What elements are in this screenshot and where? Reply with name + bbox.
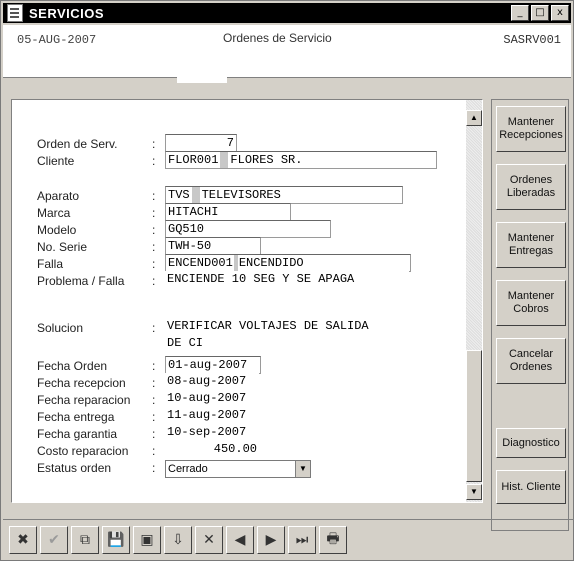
colon: : — [152, 321, 156, 335]
form-scrollbar[interactable]: ▲ ▼ — [466, 100, 482, 502]
mantener-cobros-button[interactable]: Mantener Cobros — [496, 280, 566, 326]
mantener-recepciones-button[interactable]: Mantener Recepciones — [496, 106, 566, 152]
label-serie: No. Serie — [37, 240, 88, 254]
bottom-toolbar: ✖ ✔ ⧉ 💾 ▣ ⇩ ✕ ◀ ▶ ⏭ 🖶 — [3, 519, 574, 560]
diagnostico-button[interactable]: Diagnostico — [496, 428, 566, 458]
accept-icon[interactable]: ✔ — [40, 526, 68, 554]
clear-icon[interactable]: ▣ — [133, 526, 161, 554]
label-fecha-recepcion: Fecha recepcion — [37, 376, 126, 390]
field-separator — [191, 187, 200, 203]
costo-field[interactable]: 450.00 — [165, 441, 259, 457]
servicios-window: SERVICIOS _ □ x 05-AUG-2007 Ordenes de S… — [0, 0, 574, 561]
label-costo: Costo reparacion — [37, 444, 129, 458]
fecha-orden-field[interactable]: 01-aug-2007 — [165, 356, 261, 374]
label-problema: Problema / Falla — [37, 274, 125, 288]
cliente-code: FLOR001 — [168, 153, 219, 167]
scroll-down-icon[interactable]: ▼ — [466, 484, 482, 500]
copy-icon[interactable]: ⧉ — [71, 526, 99, 554]
colon: : — [152, 444, 156, 458]
label-solucion: Solucion — [37, 321, 84, 335]
label-fecha-entrega: Fecha entrega — [37, 410, 115, 424]
title-bar: SERVICIOS _ □ x — [3, 3, 571, 23]
aparato-code: TVS — [168, 188, 190, 202]
maximize-button[interactable]: □ — [531, 5, 549, 21]
insert-record-icon[interactable]: ⇩ — [164, 526, 192, 554]
save-icon[interactable]: 💾 — [102, 526, 130, 554]
colon: : — [152, 240, 156, 254]
actions-sidebar: Mantener Recepciones Ordenes Liberadas M… — [491, 99, 569, 531]
colon: : — [152, 206, 156, 220]
delete-record-icon[interactable]: ✕ — [195, 526, 223, 554]
header-code: SASRV001 — [503, 33, 561, 47]
colon: : — [152, 376, 156, 390]
label-aparato: Aparato — [37, 189, 80, 203]
colon: : — [152, 189, 156, 203]
colon: : — [152, 154, 156, 168]
close-button[interactable]: x — [551, 5, 569, 21]
chevron-down-icon[interactable]: ▼ — [295, 461, 310, 477]
fecha-garantia-field[interactable]: 10-sep-2007 — [165, 424, 259, 440]
falla-name: ENCENDIDO — [238, 256, 304, 270]
colon: : — [152, 359, 156, 373]
colon: : — [152, 393, 156, 407]
label-cliente: Cliente — [37, 154, 75, 168]
estatus-value: Cerrado — [168, 463, 208, 475]
next-record-icon[interactable]: ▶ — [257, 526, 285, 554]
colon: : — [152, 427, 156, 441]
scroll-up-icon[interactable]: ▲ — [466, 110, 482, 126]
field-separator — [233, 255, 238, 271]
cliente-name: FLORES SR. — [230, 153, 303, 167]
app-document-icon — [7, 4, 23, 22]
header-date: 05-AUG-2007 — [17, 33, 97, 47]
previous-record-icon[interactable]: ◀ — [226, 526, 254, 554]
label-marca: Marca — [37, 206, 71, 220]
window-title: SERVICIOS — [29, 5, 105, 21]
modelo-field[interactable]: GQ510 — [165, 220, 331, 238]
hist-cliente-button[interactable]: Hist. Cliente — [496, 470, 566, 504]
cancelar-ordenes-button[interactable]: Cancelar Ordenes — [496, 338, 566, 384]
aparato-field[interactable]: TVS TELEVISORES — [165, 186, 403, 204]
order-form-panel: Orden de Serv. : 7 Cliente : FLOR001 FLOR… — [11, 99, 483, 503]
estatus-select[interactable]: Cerrado ▼ — [165, 460, 311, 478]
colon: : — [152, 461, 156, 475]
falla-field[interactable]: ENCEND001 ENCENDIDO — [165, 254, 411, 272]
colon: : — [152, 410, 156, 424]
problema-field[interactable]: ENCIENDE 10 SEG Y SE APAGA — [165, 271, 409, 301]
colon: : — [152, 257, 156, 271]
falla-code: ENCEND001 — [168, 256, 233, 270]
label-orden: Orden de Serv. — [37, 137, 118, 151]
header-title: Ordenes de Servicio — [223, 31, 332, 45]
label-modelo: Modelo — [37, 223, 77, 237]
cliente-field[interactable]: FLOR001 FLORES SR. — [165, 151, 437, 169]
minimize-button[interactable]: _ — [511, 5, 529, 21]
label-fecha-reparacion: Fecha reparacion — [37, 393, 131, 407]
fecha-entrega-field[interactable]: 11-aug-2007 — [165, 407, 259, 423]
solucion-line-2: DE CI — [167, 336, 204, 350]
fecha-reparacion-field[interactable]: 10-aug-2007 — [165, 390, 259, 406]
solucion-field[interactable]: VERIFICAR VOLTAJES DE SALIDA DE CI — [165, 318, 409, 354]
form-header: 05-AUG-2007 Ordenes de Servicio SASRV001 — [3, 25, 571, 78]
orden-field[interactable]: 7 — [165, 134, 237, 152]
marca-field[interactable]: HITACHI — [165, 203, 291, 221]
fecha-recepcion-field[interactable]: 08-aug-2007 — [165, 373, 259, 389]
label-fecha-garantia: Fecha garantia — [37, 427, 118, 441]
mantener-entregas-button[interactable]: Mantener Entregas — [496, 222, 566, 268]
colon: : — [152, 223, 156, 237]
colon: : — [152, 274, 156, 288]
label-fecha-orden: Fecha Orden — [37, 359, 108, 373]
ordenes-liberadas-button[interactable]: Ordenes Liberadas — [496, 164, 566, 210]
header-tab — [177, 73, 227, 83]
cancel-icon[interactable]: ✖ — [9, 526, 37, 554]
label-falla: Falla — [37, 257, 64, 271]
colon: : — [152, 137, 156, 151]
print-icon[interactable]: 🖶 — [319, 526, 347, 554]
serie-field[interactable]: TWH-50 — [165, 237, 261, 255]
last-record-icon[interactable]: ⏭ — [288, 526, 316, 554]
aparato-name: TELEVISORES — [201, 188, 281, 202]
solucion-line-1: VERIFICAR VOLTAJES DE SALIDA — [167, 319, 369, 333]
label-estatus: Estatus orden — [37, 461, 112, 475]
scroll-thumb[interactable] — [466, 350, 482, 482]
field-separator — [220, 152, 229, 168]
